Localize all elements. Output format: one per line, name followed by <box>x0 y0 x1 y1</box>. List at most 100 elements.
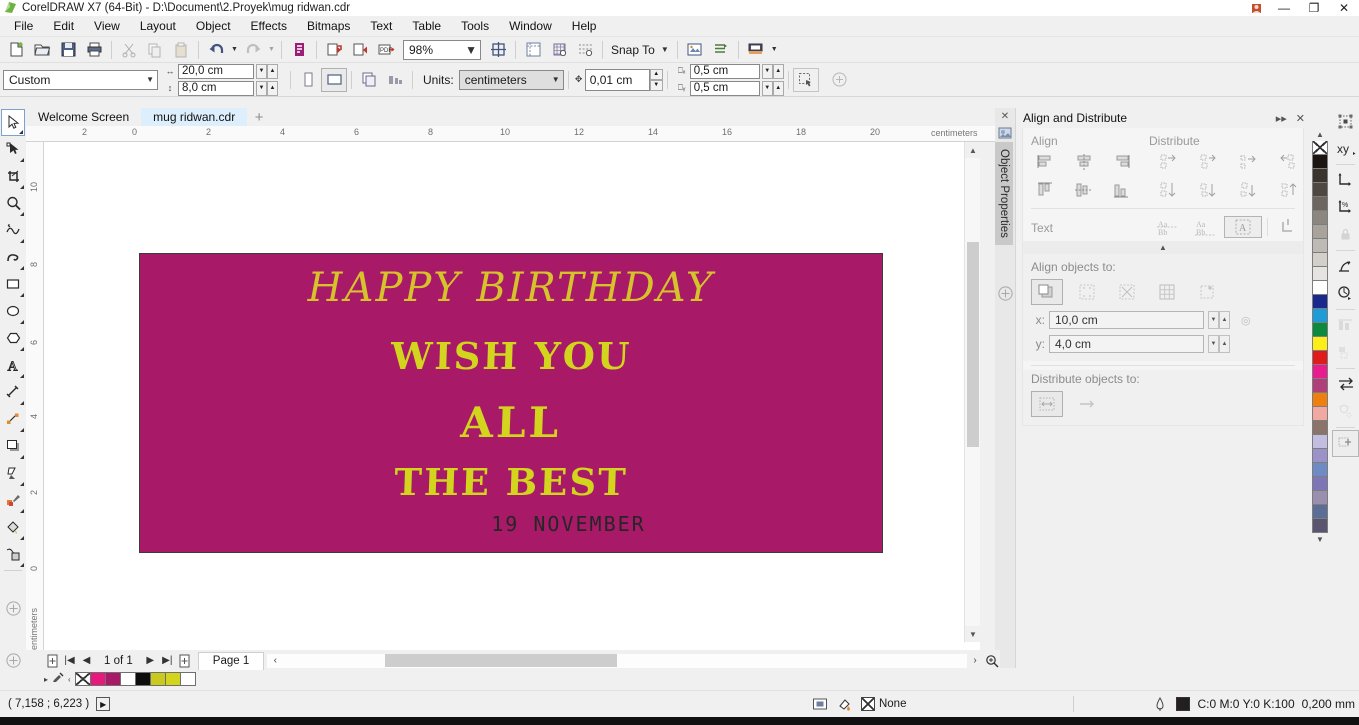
palette-swatch[interactable] <box>1312 393 1328 407</box>
add-preset-icon[interactable] <box>1332 430 1359 457</box>
landscape-orientation-button[interactable] <box>321 67 347 92</box>
artwork-title-text[interactable]: HAPPY BIRTHDAY <box>140 268 882 308</box>
page-width-input[interactable]: 20,0 cm <box>178 63 254 79</box>
quick-customize-bottom-icon[interactable] <box>0 652 26 670</box>
last-page-icon[interactable]: ▶| <box>159 652 176 670</box>
doc-swatch[interactable] <box>119 672 136 686</box>
eyedropper-flyout-arrow-icon[interactable] <box>20 509 24 513</box>
canvas-vertical-scrollbar[interactable]: ▲ ▼ <box>964 142 981 642</box>
align-right-button[interactable] <box>1103 148 1141 176</box>
print-icon[interactable] <box>81 38 107 62</box>
doc-swatch[interactable] <box>149 672 166 686</box>
page-width-spinner[interactable]: ▼ ▲ <box>256 63 278 79</box>
palette-swatch[interactable] <box>1312 365 1328 379</box>
doc-swatch[interactable] <box>164 672 181 686</box>
zoom-level-combo[interactable]: 98% ▼ <box>403 39 481 60</box>
distribute-left-button[interactable] <box>1149 148 1189 176</box>
transform-position-icon[interactable]: xy <box>1332 135 1359 162</box>
palette-swatch[interactable] <box>1312 421 1328 435</box>
scroll-up-icon[interactable]: ▲ <box>965 142 981 158</box>
artistic-flyout-arrow-icon[interactable] <box>20 266 24 270</box>
nudge-spinner[interactable]: ▲ ▼ <box>649 68 663 91</box>
app-launcher-dropdown-icon[interactable]: ▼ <box>769 38 780 62</box>
transform-size-icon[interactable] <box>1332 167 1359 194</box>
snap-to-button[interactable]: Snap To ▼ <box>607 43 673 57</box>
pick-tool[interactable] <box>1 109 25 136</box>
distribute-center-v-button[interactable] <box>1189 176 1229 204</box>
page-preset-combo[interactable]: Custom ▼ <box>3 69 158 90</box>
palette-swatch[interactable] <box>1312 435 1328 449</box>
menu-window[interactable]: Window <box>499 17 562 36</box>
palette-swatch[interactable] <box>1312 197 1328 211</box>
distribute-target-extent-of-page-button[interactable] <box>1071 391 1103 417</box>
align-bottom-button[interactable] <box>1103 176 1141 204</box>
ellipse-flyout-arrow-icon[interactable] <box>20 320 24 324</box>
artwork-line3-text[interactable]: ALL <box>139 398 882 447</box>
doc-swatch[interactable] <box>179 672 196 686</box>
scroll-down-icon[interactable]: ▼ <box>965 626 981 642</box>
save-document-icon[interactable] <box>55 38 81 62</box>
align-center-vertical-button[interactable] <box>1065 176 1103 204</box>
horizontal-ruler[interactable]: 2 0 2 4 6 8 10 12 14 16 18 20 centimeter… <box>26 126 996 142</box>
palette-swatch[interactable] <box>1312 253 1328 267</box>
duplicate-x-spinner[interactable]: ▼ ▲ <box>761 63 784 79</box>
parallel-dimension-tool[interactable] <box>1 379 25 406</box>
zoom-status-icon[interactable] <box>983 652 1000 670</box>
publish-pdf-icon[interactable]: PDF <box>373 38 399 62</box>
outline-color-swatch[interactable] <box>1176 697 1191 711</box>
first-page-icon[interactable]: |◀ <box>61 652 78 670</box>
crop-tool[interactable] <box>1 163 25 190</box>
align-target-edge-of-page-button[interactable] <box>1071 279 1103 305</box>
fill-color-icon[interactable] <box>836 696 854 712</box>
artwork-line4-text[interactable]: THE BEST <box>139 460 882 504</box>
distribute-bottom-button[interactable] <box>1269 176 1309 204</box>
shape-flyout-arrow-icon[interactable] <box>20 158 24 162</box>
artboard-page[interactable]: HAPPY BIRTHDAY WISH YOU ALL THE BEST 19 … <box>139 253 888 558</box>
horizontal-scrollbar[interactable]: ‹ <box>267 653 967 668</box>
palette-swatch[interactable] <box>1312 225 1328 239</box>
palette-scroll-down-icon[interactable]: ▼ <box>1312 533 1328 546</box>
menu-help[interactable]: Help <box>562 17 607 36</box>
align-y-spinner[interactable]: ▼ ▲ <box>1208 335 1230 353</box>
palette-swatch[interactable] <box>1312 407 1328 421</box>
docker-tab-object-properties[interactable]: Object Properties <box>995 142 1013 245</box>
order-icon[interactable] <box>1332 371 1359 398</box>
dimension-flyout-arrow-icon[interactable] <box>20 401 24 405</box>
fill-flyout-arrow-icon[interactable] <box>20 536 24 540</box>
application-launcher-icon[interactable] <box>743 38 769 62</box>
undo-icon[interactable] <box>203 38 229 62</box>
tab-mug-ridwan[interactable]: mug ridwan.cdr <box>141 108 248 126</box>
palette-swatch[interactable] <box>1312 155 1328 169</box>
palette-swatch[interactable] <box>1312 309 1328 323</box>
palette-swatch[interactable] <box>1312 379 1328 393</box>
zoom-flyout-arrow-icon[interactable] <box>20 212 24 216</box>
polygon-flyout-arrow-icon[interactable] <box>20 347 24 351</box>
palette-swatch[interactable] <box>1312 449 1328 463</box>
close-button[interactable]: ✕ <box>1329 0 1359 16</box>
text-outline-button[interactable] <box>1273 218 1303 236</box>
nudge-distance-input[interactable]: 0,01 cm <box>584 68 650 91</box>
align-x-target-icon[interactable]: ◎ <box>1241 314 1251 327</box>
color-eyedropper-tool[interactable] <box>1 487 25 514</box>
palette-swatch[interactable] <box>1312 477 1328 491</box>
transform-skew-icon[interactable] <box>1332 280 1359 307</box>
align-target-specified-point-button[interactable] <box>1191 279 1223 305</box>
text-flyout-arrow-icon[interactable] <box>20 374 24 378</box>
palette-scroll-up-icon[interactable]: ▲ <box>1312 128 1328 141</box>
scrollbar-thumb[interactable] <box>967 242 979 447</box>
transparency-tool[interactable] <box>1 460 25 487</box>
palette-swatch[interactable] <box>1312 463 1328 477</box>
status-play-icon[interactable]: ▶ <box>96 697 111 711</box>
smartfill-flyout-arrow-icon[interactable] <box>20 563 24 567</box>
freehand-tool[interactable] <box>1 217 25 244</box>
import-icon[interactable] <box>321 38 347 62</box>
object-properties-icon[interactable] <box>995 124 1015 142</box>
minimize-button[interactable]: — <box>1269 0 1299 16</box>
align-x-spinner[interactable]: ▼ ▲ <box>1208 311 1230 329</box>
palette-swatch[interactable] <box>1312 239 1328 253</box>
add-page-start-icon[interactable] <box>44 652 61 670</box>
distribute-target-extent-of-selection-button[interactable] <box>1031 391 1063 417</box>
rectangle-tool[interactable] <box>1 271 25 298</box>
interactive-fill-tool[interactable] <box>1 514 25 541</box>
distribute-space-v-button[interactable] <box>1229 176 1269 204</box>
